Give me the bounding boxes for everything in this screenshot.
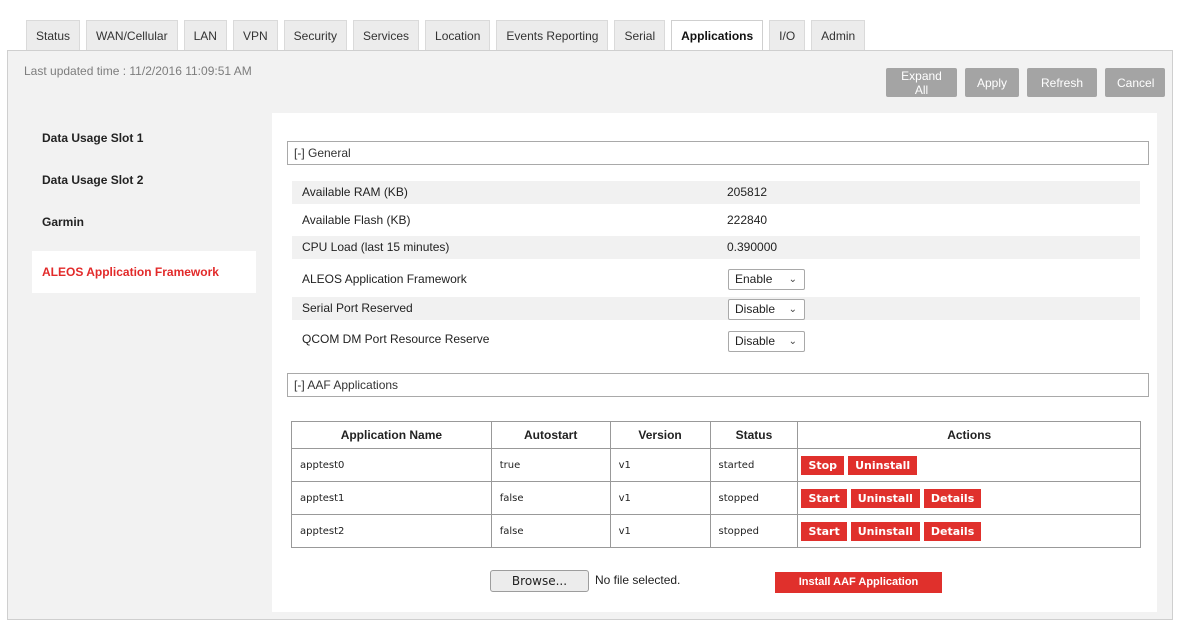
row-label: Available Flash (KB) [302,213,411,227]
table-row: apptest2 false v1 stopped Start Uninstall… [291,514,1141,548]
refresh-button[interactable]: Refresh [1027,68,1097,97]
row-serial-port-reserved: Serial Port Reserved [292,297,1140,320]
expand-all-button[interactable]: Expand All [886,68,957,97]
tab-io[interactable]: I/O [769,20,806,50]
toolbar: Expand All Apply Refresh Cancel [886,68,1165,97]
sidebar-item-garmin[interactable]: Garmin [32,201,256,243]
browse-button[interactable]: Browse... [490,570,589,592]
sidebar: Data Usage Slot 1 Data Usage Slot 2 Garm… [32,117,256,293]
row-label: CPU Load (last 15 minutes) [302,240,450,254]
version-cell: v1 [609,514,711,548]
version-cell: v1 [609,481,711,515]
app-name-cell: apptest2 [291,514,492,548]
general-section-header[interactable]: [-] General [287,141,1149,165]
app-name-cell: apptest1 [291,481,492,515]
sidebar-item-aleos-application-framework[interactable]: ALEOS Application Framework [32,251,256,293]
table-header-row: Application Name Autostart Version Statu… [291,421,1141,449]
row-label: QCOM DM Port Resource Reserve [302,332,490,346]
table-row: apptest0 true v1 started Stop Uninstall [291,448,1141,482]
details-button[interactable]: Details [923,488,982,508]
aaf-enable-select[interactable]: Enable ⌄ [728,269,805,290]
column-header: Autostart [490,421,611,449]
aaf-applications-section-header[interactable]: [-] AAF Applications [287,373,1149,397]
uninstall-button[interactable]: Uninstall [850,521,920,541]
autostart-cell: true [490,448,611,482]
row-cpu-load: CPU Load (last 15 minutes) 0.390000 [292,236,1140,259]
select-value: Disable [735,302,776,316]
sidebar-item-data-usage-slot-2[interactable]: Data Usage Slot 2 [32,159,256,201]
tab-events-reporting[interactable]: Events Reporting [496,20,609,50]
tab-bar: Status WAN/Cellular LAN VPN Security Ser… [26,20,866,50]
status-cell: stopped [709,514,799,548]
autostart-cell: false [490,514,611,548]
row-label: Serial Port Reserved [302,301,413,315]
qcom-dm-port-select[interactable]: Disable ⌄ [728,331,805,352]
autostart-cell: false [490,481,611,515]
row-value: 0.390000 [727,240,778,254]
serial-port-reserved-select[interactable]: Disable ⌄ [728,299,805,320]
status-cell: stopped [709,481,799,515]
row-value: 205812 [727,185,768,199]
stop-button[interactable]: Stop [801,455,845,475]
install-aaf-application-button[interactable]: Install AAF Application [775,572,942,593]
actions-cell: Stop Uninstall [797,448,1141,482]
tab-lan[interactable]: LAN [183,20,227,50]
row-value: 222840 [727,213,768,227]
version-cell: v1 [609,448,711,482]
start-button[interactable]: Start [801,488,847,508]
uninstall-button[interactable]: Uninstall [848,455,918,475]
column-header: Application Name [291,421,492,449]
row-label: Available RAM (KB) [302,185,408,199]
last-updated-text: Last updated time : 11/2/2016 11:09:51 A… [24,64,252,78]
start-button[interactable]: Start [801,521,847,541]
cancel-button[interactable]: Cancel [1105,68,1165,97]
tab-status[interactable]: Status [26,20,81,50]
uninstall-button[interactable]: Uninstall [850,488,920,508]
tab-location[interactable]: Location [425,20,491,50]
table-row: apptest1 false v1 stopped Start Uninstall… [291,481,1141,515]
row-available-ram: Available RAM (KB) 205812 [292,181,1140,204]
details-button[interactable]: Details [923,521,982,541]
actions-cell: Start Uninstall Details [797,514,1141,548]
row-available-flash: Available Flash (KB) 222840 [292,209,1140,232]
chevron-down-icon: ⌄ [788,304,797,315]
chevron-down-icon: ⌄ [788,336,797,347]
tab-wan-cellular[interactable]: WAN/Cellular [86,20,178,50]
select-value: Disable [735,334,776,348]
status-cell: started [709,448,799,482]
tab-services[interactable]: Services [353,20,420,50]
row-label: ALEOS Application Framework [302,272,467,286]
row-qcom-dm-port: QCOM DM Port Resource Reserve [292,328,1140,351]
app-name-cell: apptest0 [291,448,492,482]
tab-security[interactable]: Security [283,20,347,50]
aaf-applications-table: Application Name Autostart Version Statu… [291,421,1141,548]
actions-cell: Start Uninstall Details [797,481,1141,515]
no-file-selected-text: No file selected. [595,573,681,587]
tab-vpn[interactable]: VPN [232,20,278,50]
chevron-down-icon: ⌄ [788,274,797,285]
column-header: Version [609,421,711,449]
column-header: Actions [797,421,1141,449]
row-aleos-application-framework: ALEOS Application Framework [292,268,1140,291]
sidebar-item-data-usage-slot-1[interactable]: Data Usage Slot 1 [32,117,256,159]
tab-serial[interactable]: Serial [614,20,666,50]
tab-applications[interactable]: Applications [671,20,764,50]
column-header: Status [709,421,799,449]
apply-button[interactable]: Apply [965,68,1019,97]
tab-admin[interactable]: Admin [811,20,866,50]
select-value: Enable [735,272,773,286]
